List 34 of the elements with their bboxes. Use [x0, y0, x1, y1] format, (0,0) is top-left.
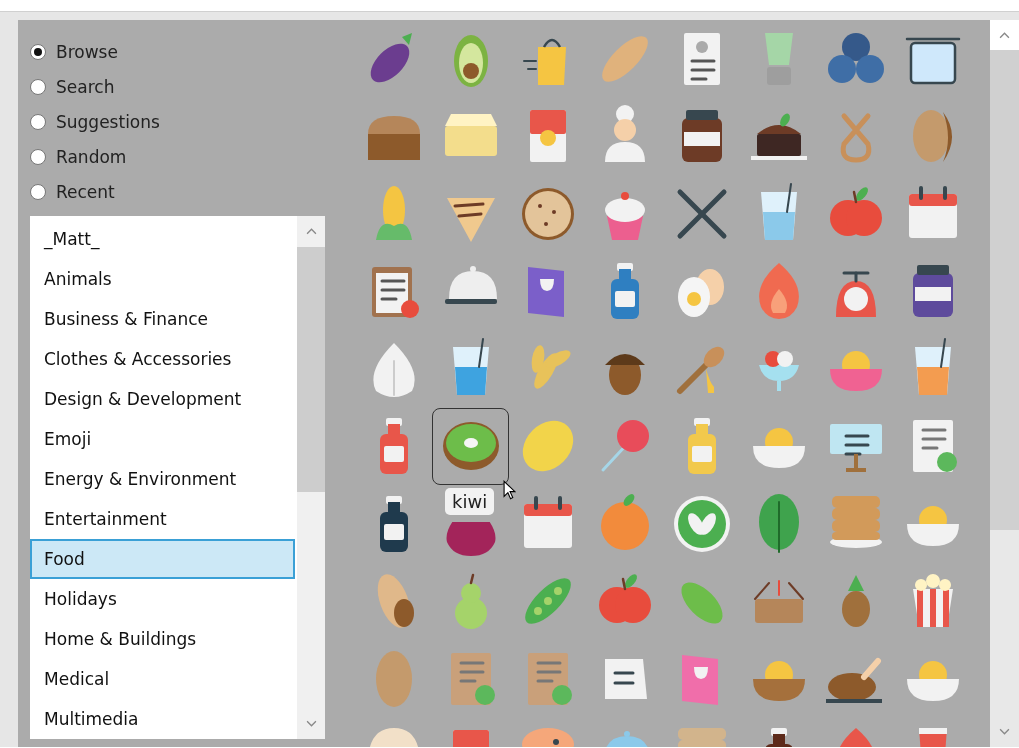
category-item[interactable]: Clothes & Accessories	[30, 339, 295, 379]
category-item[interactable]: Multimedia	[30, 699, 295, 739]
grid-scrollbar[interactable]	[990, 20, 1019, 747]
category-item[interactable]: Home & Buildings	[30, 619, 295, 659]
radio-label[interactable]: Recent	[56, 182, 115, 202]
scroll-up-icon[interactable]	[999, 31, 1010, 39]
radio-label[interactable]: Random	[56, 147, 127, 167]
scroll-down-icon[interactable]	[305, 720, 317, 727]
radio-button[interactable]	[30, 184, 46, 200]
radio-label[interactable]: Suggestions	[56, 112, 160, 132]
category-item[interactable]: Design & Development	[30, 379, 295, 419]
scroll-thumb[interactable]	[297, 247, 325, 492]
scroll-thumb[interactable]	[990, 50, 1019, 530]
mouse-pointer-icon	[503, 480, 516, 500]
category-item[interactable]: Entertainment	[30, 499, 295, 539]
radio-label[interactable]: Search	[56, 77, 115, 97]
scroll-up-icon[interactable]	[305, 228, 317, 235]
radio-button[interactable]	[30, 149, 46, 165]
category-list[interactable]: _Matt_ Animals Business & Finance Clothes & Accessories Design & Development Emoji Energy & Environment Entertainment Food Holidays Home & Buildings Medical Multimedia	[30, 216, 325, 739]
category-item[interactable]: Holidays	[30, 579, 295, 619]
radio-label[interactable]: Browse	[56, 42, 118, 62]
category-item[interactable]: Medical	[30, 659, 295, 699]
radio-button[interactable]	[30, 114, 46, 130]
category-item[interactable]: _Matt_	[30, 219, 295, 259]
category-item[interactable]: Emoji	[30, 419, 295, 459]
category-item[interactable]: Food	[30, 539, 295, 579]
scroll-down-icon[interactable]	[999, 728, 1010, 735]
category-item[interactable]: Animals	[30, 259, 295, 299]
category-item[interactable]: Business & Finance	[30, 299, 295, 339]
category-item[interactable]: Energy & Environment	[30, 459, 295, 499]
radio-button[interactable]	[30, 79, 46, 95]
tooltip: kiwi	[445, 487, 495, 515]
list-scrollbar[interactable]	[297, 216, 325, 739]
radio-button[interactable]	[30, 44, 46, 60]
